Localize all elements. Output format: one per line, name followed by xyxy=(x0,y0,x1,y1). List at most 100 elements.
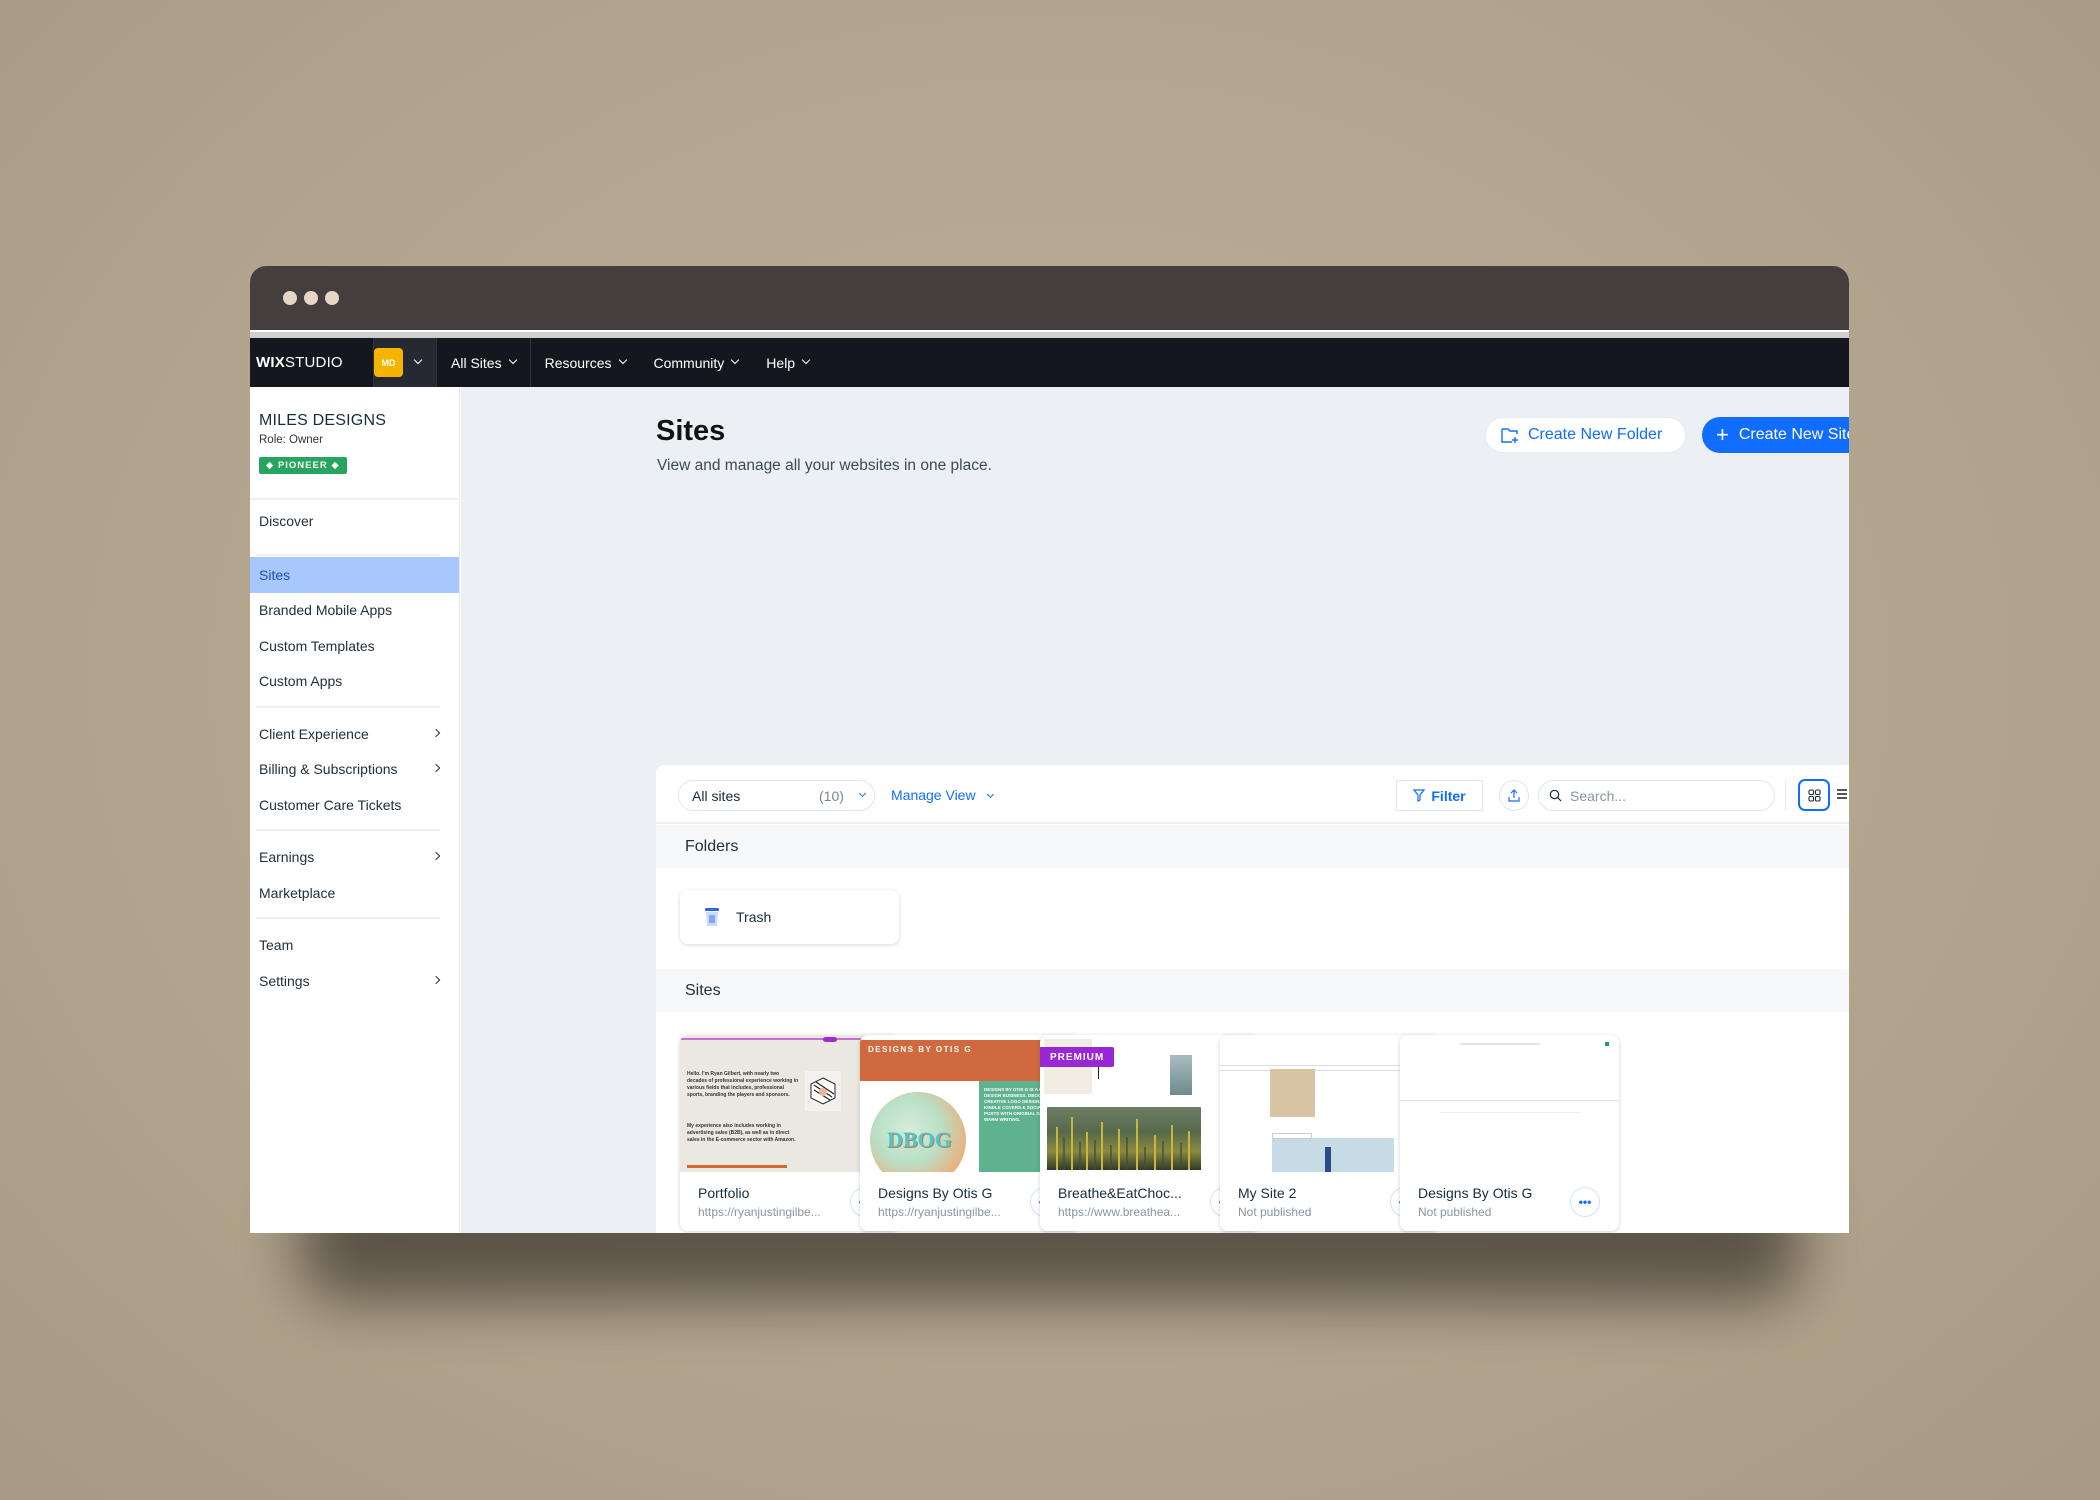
manage-view-button[interactable]: Manage View xyxy=(891,787,994,803)
thumbnail-shape xyxy=(1170,1055,1192,1095)
thumbnail-shape xyxy=(1400,1035,1619,1172)
view-select-value: All sites xyxy=(692,787,741,804)
thumbnail-shape xyxy=(1056,1117,1190,1170)
chevron-down-icon xyxy=(413,355,423,364)
more-actions-button[interactable]: ••• xyxy=(1570,1187,1600,1217)
chevron-right-icon xyxy=(431,851,441,861)
chevron-down-icon xyxy=(508,355,517,364)
site-url: Not published xyxy=(1238,1205,1312,1219)
sidebar-item-marketplace[interactable]: Marketplace xyxy=(250,875,459,911)
account-avatar: MD xyxy=(374,348,403,377)
premium-badge: PREMIUM xyxy=(1040,1047,1115,1067)
nav-all-sites[interactable]: All Sites xyxy=(437,338,531,387)
sidebar-item-label: Marketplace xyxy=(259,885,336,901)
account-switcher[interactable]: MD xyxy=(373,338,437,387)
logo-rest: STUDIO xyxy=(284,354,343,371)
site-thumbnail[interactable] xyxy=(1400,1035,1619,1172)
sidebar-item-settings[interactable]: Settings xyxy=(250,963,459,999)
site-name[interactable]: Designs By Otis G xyxy=(878,1185,992,1201)
site-name[interactable]: Designs By Otis G xyxy=(1418,1185,1532,1201)
sidebar-item-discover[interactable]: Discover xyxy=(250,503,459,539)
sidebar-item-custom-apps[interactable]: Custom Apps xyxy=(250,663,459,699)
window-titlebar xyxy=(250,266,1849,330)
search-input[interactable] xyxy=(1570,787,1760,804)
folder-name: Trash xyxy=(736,909,772,925)
sidebar-item-label: Billing & Subscriptions xyxy=(259,761,398,777)
export-button[interactable] xyxy=(1499,780,1529,811)
thumbnail-shape xyxy=(1063,1137,1182,1170)
sidebar-item-billing[interactable]: Billing & Subscriptions xyxy=(250,751,459,787)
thumbnail-shape xyxy=(1056,1117,1190,1170)
page-subtitle: View and manage all your websites in one… xyxy=(657,457,992,474)
thumbnail-shape xyxy=(1272,1138,1394,1172)
sidebar-item-customer-care-tickets[interactable]: Customer Care Tickets xyxy=(250,787,459,823)
window-dot-icon[interactable] xyxy=(283,291,297,305)
grid-view-toggle[interactable] xyxy=(1798,779,1830,811)
sidebar-item-label: Customer Care Tickets xyxy=(259,797,402,813)
sidebar-item-team[interactable]: Team xyxy=(250,927,459,963)
thumbnail-text: My experience also includes working in a… xyxy=(687,1123,796,1143)
nav-help[interactable]: Help xyxy=(752,338,823,387)
sidebar-divider xyxy=(256,706,440,708)
sidebar: MILES DESIGNS Role: Owner ◆ PIONEER ◆ Di… xyxy=(250,387,460,1233)
thumbnail-shape xyxy=(1270,1069,1315,1117)
site-name[interactable]: Breathe&EatChoc... xyxy=(1058,1185,1182,1201)
sidebar-divider xyxy=(256,917,440,919)
sites-heading-label: Sites xyxy=(685,981,721,999)
thumbnail-text: Hello. I'm Ryan Gilbert, with nearly two… xyxy=(687,1071,799,1098)
wix-studio-logo[interactable]: WIXSTUDIO xyxy=(250,354,373,371)
thumbnail-shape xyxy=(810,1077,836,1105)
folder-card-trash[interactable]: Trash xyxy=(680,890,899,944)
thumbnail-shape xyxy=(819,1088,827,1096)
nav-community[interactable]: Community xyxy=(640,338,753,387)
chevron-right-icon xyxy=(431,763,441,773)
thumbnail-shape xyxy=(1605,1042,1609,1046)
site-url: Not published xyxy=(1418,1205,1492,1219)
sidebar-divider xyxy=(256,829,440,831)
sidebar-item-sites[interactable]: Sites xyxy=(250,557,459,593)
sidebar-item-earnings[interactable]: Earnings xyxy=(250,839,459,875)
org-info: MILES DESIGNS Role: Owner ◆ PIONEER ◆ xyxy=(259,412,386,474)
create-new-site-label: Create New Site xyxy=(1738,426,1849,443)
search-field[interactable] xyxy=(1538,780,1775,811)
sites-toolbar: All sites (10) Manage View Filter xyxy=(656,765,1849,824)
chevron-down-icon xyxy=(618,355,627,364)
filter-button[interactable]: Filter xyxy=(1396,780,1483,811)
page-title: Sites xyxy=(656,415,726,447)
folders-heading: Folders xyxy=(656,825,1849,868)
pioneer-badge: ◆ PIONEER ◆ xyxy=(259,457,347,474)
chevron-right-icon xyxy=(431,728,441,738)
sidebar-item-custom-templates[interactable]: Custom Templates xyxy=(250,628,459,664)
thumbnail-shape xyxy=(1063,1137,1182,1170)
sidebar-item-branded-mobile-apps[interactable]: Branded Mobile Apps xyxy=(250,592,459,628)
sidebar-item-label: Custom Templates xyxy=(259,638,375,654)
view-select[interactable]: All sites (10) xyxy=(678,780,875,811)
site-url: https://ryanjustingilbe... xyxy=(878,1205,1001,1219)
manage-view-label: Manage View xyxy=(891,787,976,803)
site-name[interactable]: My Site 2 xyxy=(1238,1185,1296,1201)
grid-icon xyxy=(1807,788,1821,802)
window-dot-icon[interactable] xyxy=(304,291,318,305)
sidebar-divider xyxy=(250,498,460,500)
org-name: MILES DESIGNS xyxy=(259,412,387,429)
sidebar-item-label: Client Experience xyxy=(259,726,369,742)
thumbnail-text: DESIGNS BY OTIS G xyxy=(868,1045,973,1054)
list-view-toggle[interactable] xyxy=(1837,787,1847,803)
sidebar-item-client-experience[interactable]: Client Experience xyxy=(250,716,459,752)
upload-icon xyxy=(1508,789,1520,802)
window-dot-icon[interactable] xyxy=(325,291,339,305)
folder-plus-icon xyxy=(1501,428,1518,443)
ellipsis-icon: ••• xyxy=(1578,1195,1592,1209)
site-card[interactable]: Designs By Otis G Not published ••• xyxy=(1400,1035,1619,1231)
nav-resources[interactable]: Resources xyxy=(531,338,640,387)
thumbnail-shape xyxy=(1440,1112,1580,1113)
chevron-down-icon xyxy=(801,355,811,364)
org-role: Role: Owner xyxy=(259,434,323,446)
thumbnail-shape xyxy=(687,1165,787,1168)
list-icon xyxy=(1837,789,1847,799)
site-name[interactable]: Portfolio xyxy=(698,1185,749,1201)
sidebar-divider xyxy=(256,554,440,556)
create-new-site-button[interactable]: + Create New Site xyxy=(1702,417,1849,453)
create-new-folder-button[interactable]: Create New Folder xyxy=(1485,417,1686,453)
sidebar-item-label: Sites xyxy=(259,567,291,583)
